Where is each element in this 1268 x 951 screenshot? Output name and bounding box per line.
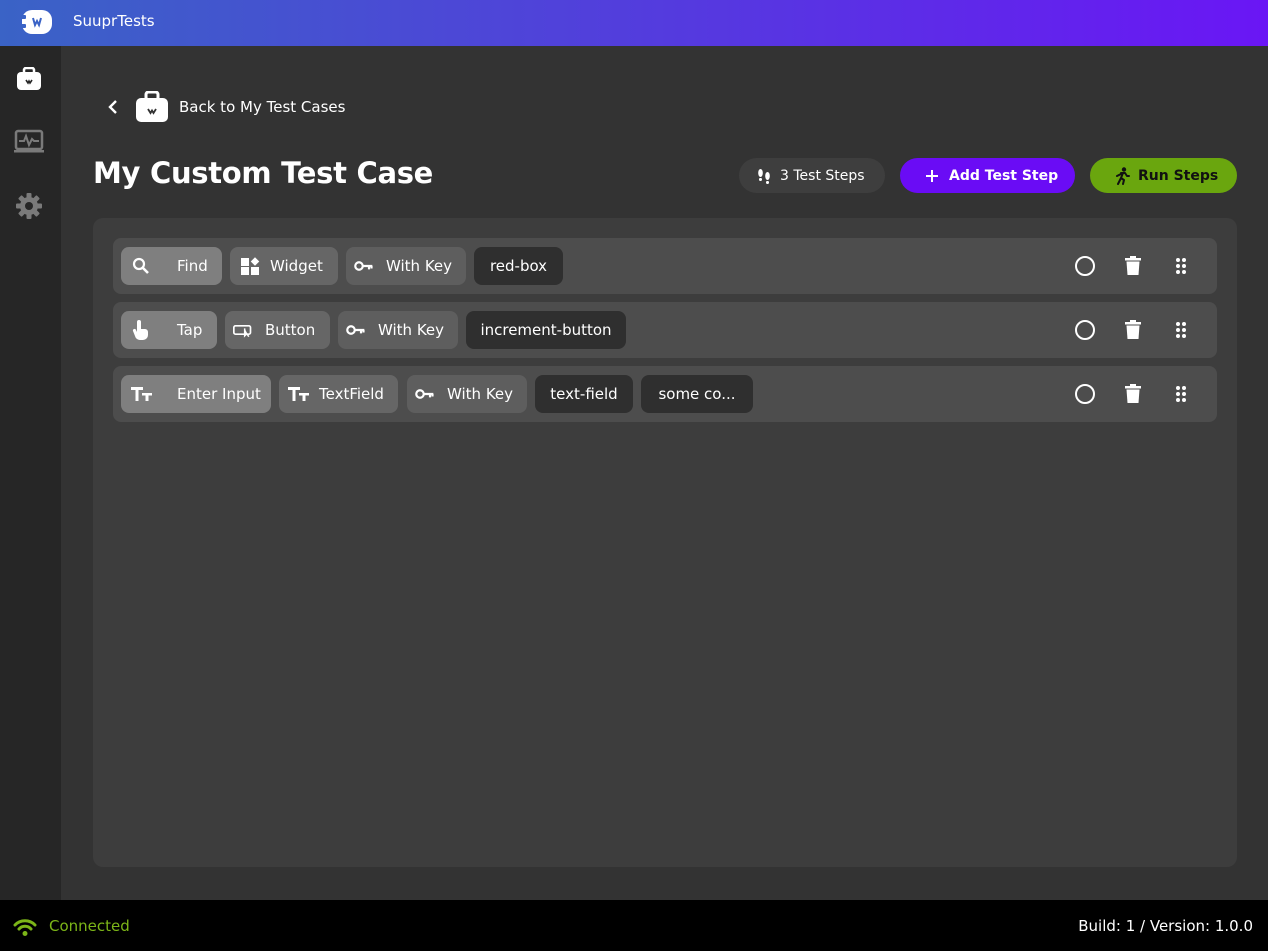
test-steps-panel: Find Widget With Key red-box Tap Button … (93, 218, 1237, 867)
step-value-label: increment-button (480, 321, 612, 339)
app-title: SuuprTests (73, 12, 155, 30)
step-matcher-chip[interactable]: With Key (346, 247, 466, 285)
title-bar: SuuprTests (0, 0, 1268, 46)
step-target-chip[interactable]: Widget (230, 247, 338, 285)
search-icon (131, 256, 151, 276)
step-matcher-chip[interactable]: With Key (338, 311, 458, 349)
drag-handle-icon[interactable] (1169, 318, 1193, 342)
step-matcher-label: With Key (386, 257, 453, 275)
step-value-chip[interactable]: red-box (474, 247, 563, 285)
step-matcher-label: With Key (378, 321, 445, 339)
step-action-chip[interactable]: Tap (121, 311, 217, 349)
drag-handle-icon[interactable] (1169, 254, 1193, 278)
monitor-heart-icon (14, 129, 44, 153)
delete-icon[interactable] (1121, 254, 1145, 278)
delete-icon[interactable] (1121, 382, 1145, 406)
step-matcher-chip[interactable]: With Key (407, 375, 527, 413)
test-step-row: Find Widget With Key red-box (113, 238, 1217, 294)
widgets-icon (240, 256, 260, 276)
add-test-step-label: Add Test Step (949, 167, 1059, 184)
back-label: Back to My Test Cases (179, 98, 346, 116)
step-status-icon[interactable] (1073, 382, 1097, 406)
drag-handle-icon[interactable] (1169, 382, 1193, 406)
step-value-label: some co... (658, 385, 736, 403)
key-icon (354, 256, 374, 276)
step-target-label: TextField (319, 385, 384, 403)
button-icon (233, 320, 253, 340)
step-action-label: Tap (177, 321, 203, 339)
step-value-chip[interactable]: text-field (535, 375, 633, 413)
tap-hand-icon (131, 320, 151, 340)
step-target-chip[interactable]: Button (225, 311, 330, 349)
run-steps-label: Run Steps (1138, 167, 1219, 184)
back-link[interactable]: Back to My Test Cases (103, 90, 345, 124)
step-target-label: Widget (270, 257, 323, 275)
page-title: My Custom Test Case (93, 156, 434, 190)
step-action-chip[interactable]: Enter Input (121, 375, 271, 413)
chevron-left-icon (103, 97, 123, 117)
step-status-icon[interactable] (1073, 318, 1097, 342)
footsteps-icon (758, 168, 770, 184)
key-icon (346, 320, 366, 340)
main-content: Back to My Test Cases My Custom Test Cas… (61, 46, 1268, 900)
step-status-icon[interactable] (1073, 254, 1097, 278)
step-action-label: Find (177, 257, 208, 275)
step-matcher-label: With Key (447, 385, 514, 403)
gear-icon (16, 193, 42, 219)
step-target-label: Button (265, 321, 316, 339)
step-value-chip[interactable]: some co... (641, 375, 753, 413)
app-logo-icon (21, 10, 52, 34)
wifi-icon (13, 919, 37, 936)
build-version: Build: 1 / Version: 1.0.0 (1078, 917, 1253, 935)
delete-icon[interactable] (1121, 318, 1145, 342)
run-steps-button[interactable]: Run Steps (1090, 158, 1237, 193)
test-step-row: Enter Input TextField With Key text-fiel… (113, 366, 1217, 422)
sidebar-item-settings[interactable] (14, 191, 44, 221)
key-icon (415, 384, 435, 404)
steps-count-label: 3 Test Steps (780, 167, 865, 184)
text-fields-icon (130, 384, 154, 404)
plus-icon (926, 169, 938, 182)
add-test-step-button[interactable]: Add Test Step (900, 158, 1075, 193)
step-action-chip[interactable]: Find (121, 247, 222, 285)
sidebar-item-monitor[interactable] (14, 126, 44, 156)
step-action-label: Enter Input (177, 385, 261, 403)
running-icon (1116, 166, 1130, 185)
steps-count-badge: 3 Test Steps (739, 158, 885, 193)
step-value-label: red-box (489, 257, 548, 275)
test-step-row: Tap Button With Key increment-button (113, 302, 1217, 358)
step-value-label: text-field (550, 385, 618, 403)
step-target-chip[interactable]: TextField (279, 375, 398, 413)
sidebar (0, 46, 61, 900)
briefcase-icon (136, 91, 168, 122)
text-fields-icon (287, 384, 311, 404)
briefcase-icon (17, 67, 41, 90)
step-value-chip[interactable]: increment-button (466, 311, 626, 349)
connection-status: Connected (49, 917, 130, 935)
sidebar-item-test-cases[interactable] (14, 64, 44, 94)
